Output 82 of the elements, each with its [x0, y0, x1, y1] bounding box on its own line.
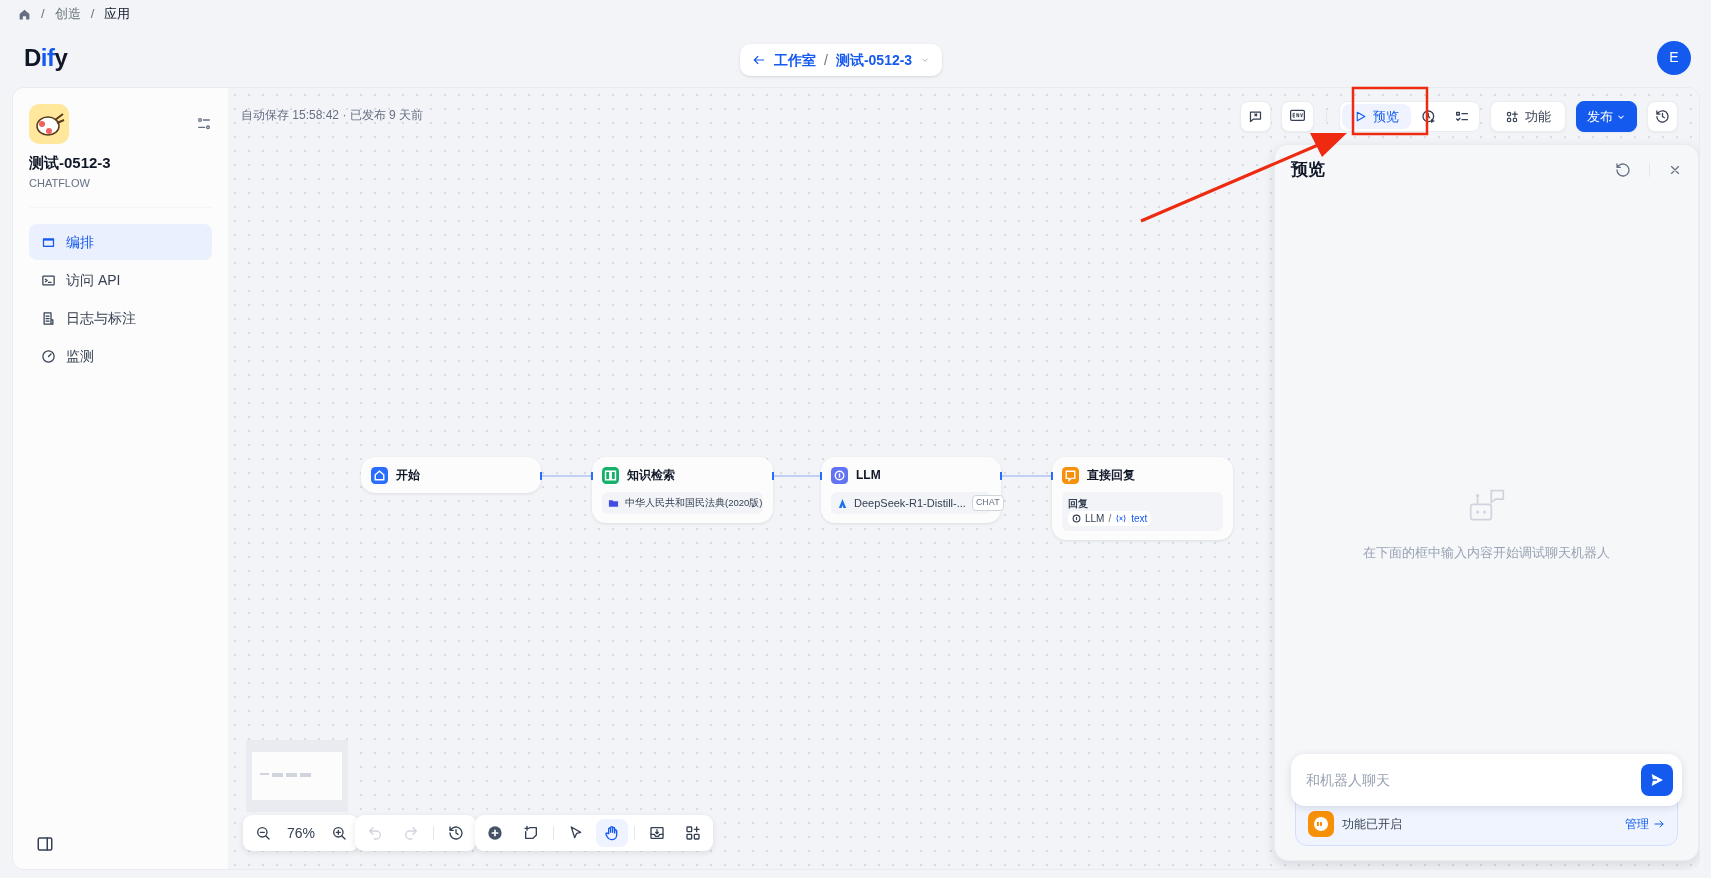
llm-icon: [1072, 514, 1081, 523]
panel-toggle-icon[interactable]: [36, 835, 54, 853]
quote-icon: [1308, 811, 1334, 837]
document-icon: [41, 310, 56, 326]
home-icon[interactable]: [18, 7, 31, 21]
features-status: 功能已开启: [1342, 816, 1403, 833]
history-icon: [1655, 109, 1670, 124]
hand-icon: [604, 825, 620, 841]
variable-source: LLM: [1085, 512, 1105, 526]
autosave-status: 自动保存 15:58:42 · 已发布 9 天前: [241, 107, 424, 124]
workflow-node[interactable]: 知识检索 中华人民共和国民法典(2020版): [592, 457, 773, 523]
model-name: DeepSeek-R1-Distill-...: [854, 495, 966, 511]
breadcrumb-separator: /: [824, 50, 828, 70]
note-icon: [523, 825, 539, 841]
chat-input[interactable]: 和机器人聊天: [1304, 768, 1641, 792]
model-icon: [837, 497, 848, 509]
node-title: 开始: [396, 467, 420, 484]
features-button[interactable]: 功能: [1490, 101, 1566, 132]
arrow-right-icon: [1653, 818, 1665, 830]
sidebar-item[interactable]: 访问 API: [29, 262, 212, 298]
sidebar-item[interactable]: 日志与标注: [29, 300, 212, 336]
settings-icon[interactable]: [196, 116, 212, 132]
gauge-icon: [41, 348, 56, 364]
dataset-name: 中华人民共和国民法典(2020版): [625, 495, 763, 510]
pointer-icon: [568, 825, 584, 841]
history-icon: [448, 825, 464, 841]
workflow-node[interactable]: 直接回复 回复 LLM / text: [1052, 457, 1233, 540]
clock-icon: [1420, 108, 1437, 125]
breadcrumb-link[interactable]: 应用: [104, 4, 131, 24]
zoom-level[interactable]: 76%: [283, 822, 320, 844]
back-link[interactable]: 工作室: [752, 49, 816, 71]
sidebar-item[interactable]: 监测: [29, 338, 212, 374]
undo-icon: [367, 825, 383, 841]
field-label: 回复: [1068, 497, 1089, 511]
app-switcher[interactable]: 测试-0512-3: [835, 49, 913, 71]
play-icon: [1354, 110, 1367, 123]
sidebar-item[interactable]: 编排: [29, 224, 212, 260]
node-title: 知识检索: [627, 467, 675, 484]
zoom-in-icon: [331, 825, 348, 841]
breadcrumb-link[interactable]: 创造: [54, 4, 81, 24]
connection-line: [773, 475, 821, 477]
manage-link[interactable]: 管理: [1625, 815, 1665, 833]
publish-button[interactable]: 发布: [1576, 101, 1637, 132]
send-icon: [1649, 772, 1665, 788]
send-button[interactable]: [1641, 764, 1673, 796]
chat-input-box[interactable]: 和机器人聊天: [1291, 754, 1682, 806]
zoom-out-icon: [255, 825, 271, 841]
breadcrumb-separator: /: [41, 5, 45, 24]
apps-icon: [1505, 109, 1519, 124]
node-title: 直接回复: [1087, 467, 1135, 484]
preview-button[interactable]: 预览: [1342, 104, 1411, 129]
terminal-icon: [41, 272, 56, 288]
connection-line: [1001, 475, 1052, 477]
version-history-button[interactable]: [1647, 101, 1678, 132]
grid-plus-icon: [685, 825, 701, 841]
arrow-left-icon: [752, 53, 766, 67]
separator: /: [1108, 512, 1112, 526]
env-icon: [1289, 109, 1306, 124]
node-title: LLM: [856, 467, 881, 484]
app-type: CHATFLOW: [29, 175, 91, 191]
workflow-node[interactable]: 开始: [361, 457, 541, 493]
plus-circle-icon: [487, 825, 503, 841]
clear-chat-button[interactable]: [1240, 101, 1271, 132]
breadcrumb-separator: /: [90, 5, 95, 24]
variable-name: text: [1131, 512, 1148, 526]
restart-icon[interactable]: [1615, 161, 1631, 178]
chat-x-icon: [1248, 109, 1263, 124]
panel-title: 预览: [1291, 159, 1325, 181]
redo-icon: [403, 825, 419, 841]
app-name: 测试-0512-3: [29, 153, 112, 173]
hand-mode-button[interactable]: [596, 819, 628, 847]
image-export-icon: [649, 825, 665, 841]
mode-badge: CHAT: [971, 495, 1004, 511]
variable-icon: [1115, 514, 1128, 523]
logo: Dify: [24, 42, 68, 73]
connection-line: [541, 475, 592, 477]
env-button[interactable]: [1281, 101, 1314, 132]
workflow-node[interactable]: LLM DeepSeek-R1-Distill-... CHAT: [821, 457, 1001, 523]
app-icon: [29, 104, 69, 144]
avatar[interactable]: E: [1657, 40, 1691, 75]
folder-icon: [608, 497, 619, 509]
empty-state-text: 在下面的框中输入内容开始调试聊天机器人: [1363, 543, 1610, 562]
